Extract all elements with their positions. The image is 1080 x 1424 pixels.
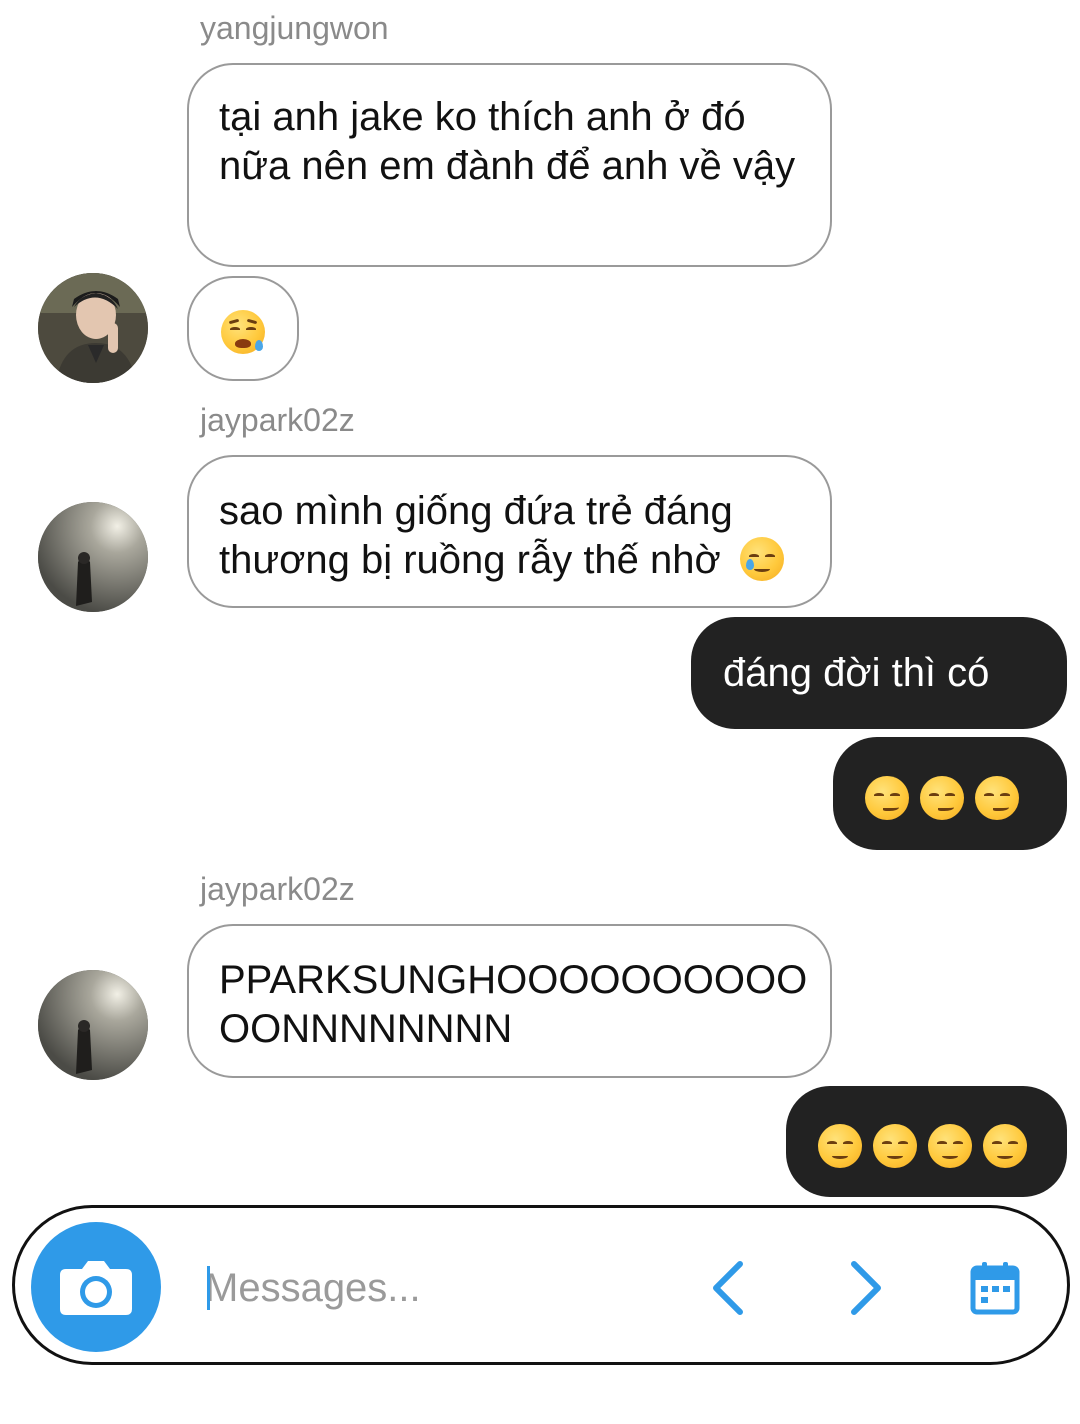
previous-button[interactable] <box>698 1258 758 1318</box>
sender-name: jaypark02z <box>200 402 355 438</box>
sender-name: yangjungwon <box>200 10 389 46</box>
message-text: tại anh jake ko thích anh ở đó nữa nên e… <box>219 95 796 188</box>
calendar-button[interactable] <box>965 1258 1025 1318</box>
message-text-line: OONNNNNNNN <box>219 1007 513 1051</box>
relieved-face-icon <box>818 1124 862 1169</box>
smirking-face-icon <box>975 776 1020 821</box>
avatar-photo <box>38 273 148 383</box>
message-input[interactable] <box>205 1258 665 1318</box>
message-bubble-incoming[interactable]: PPARKSUNGHOOOOOOOOOO OONNNNNNNN <box>187 924 832 1078</box>
smirking-face-icon <box>865 776 909 821</box>
message-bubble-outgoing[interactable] <box>786 1086 1067 1197</box>
message-bubble-incoming[interactable]: tại anh jake ko thích anh ở đó nữa nên e… <box>187 63 832 267</box>
chevron-left-icon <box>713 1261 743 1315</box>
message-bubble-outgoing[interactable]: đáng đời thì có <box>691 617 1067 729</box>
message-bubble-incoming[interactable]: sao mình giống đứa trẻ đáng thương bị ru… <box>187 455 832 608</box>
camera-button[interactable] <box>31 1222 161 1352</box>
avatar-photo <box>38 970 148 1080</box>
next-button[interactable] <box>836 1258 896 1318</box>
camera-icon <box>60 1261 132 1315</box>
sad-relieved-face-icon <box>221 310 265 355</box>
relieved-face-icon <box>983 1124 1028 1169</box>
avatar[interactable] <box>38 970 148 1080</box>
relieved-face-icon <box>928 1124 973 1169</box>
avatar-photo <box>38 502 148 612</box>
relieved-face-icon <box>873 1124 918 1169</box>
avatar[interactable] <box>38 273 148 383</box>
message-text: đáng đời thì có <box>723 651 990 695</box>
message-composer <box>12 1205 1070 1365</box>
message-bubble-incoming[interactable] <box>187 276 299 381</box>
smiling-face-with-tear-icon <box>739 537 784 582</box>
smirking-face-icon <box>920 776 965 821</box>
chevron-right-icon <box>851 1261 881 1315</box>
message-text-line: PPARKSUNGHOOOOOOOOOO <box>219 958 808 1002</box>
calendar-icon <box>970 1262 1020 1315</box>
text-cursor <box>207 1266 210 1310</box>
message-text: sao mình giống đứa trẻ đáng thương bị ru… <box>219 489 733 582</box>
sender-name: jaypark02z <box>200 871 355 907</box>
avatar[interactable] <box>38 502 148 612</box>
message-bubble-outgoing[interactable] <box>833 737 1067 850</box>
